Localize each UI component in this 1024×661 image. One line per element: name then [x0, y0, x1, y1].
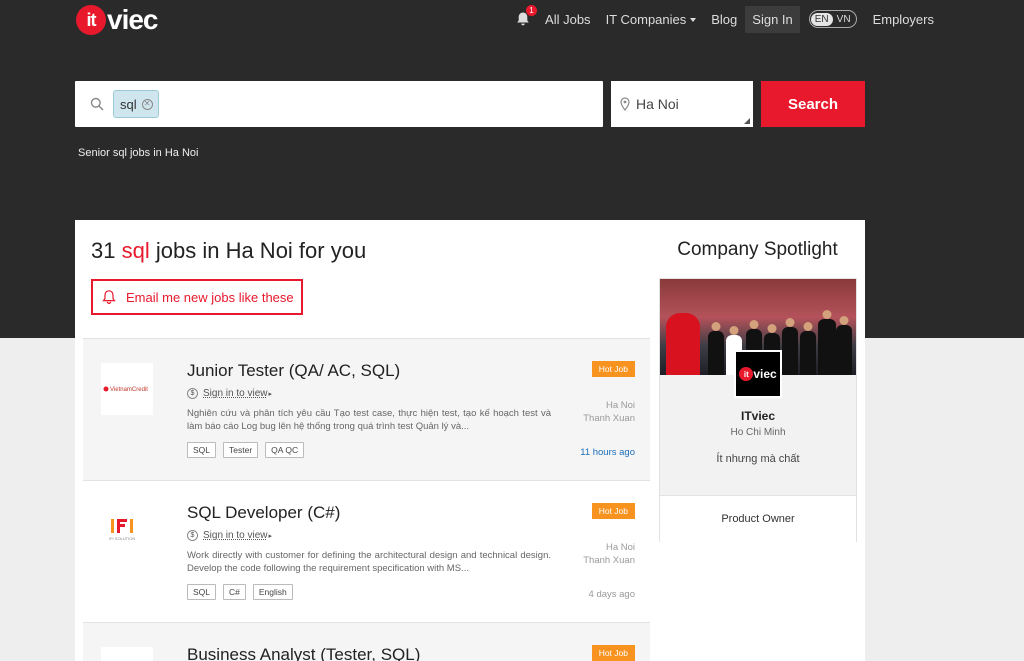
- salary-row: $ Sign in to view ▸: [187, 388, 272, 399]
- search-icon: [90, 97, 104, 111]
- skill-tag[interactable]: QA QC: [265, 442, 305, 458]
- bell-outline-icon: [102, 290, 116, 304]
- sign-in-to-view-link[interactable]: Sign in to view: [203, 388, 267, 399]
- lang-en-option[interactable]: EN: [810, 12, 833, 26]
- hot-job-badge: Hot Job: [591, 361, 635, 377]
- spotlight-company-logo[interactable]: it viec: [734, 350, 782, 398]
- job-card[interactable]: IFI SOLUTION SQL Developer (C#) $ Sign i…: [83, 480, 650, 623]
- location-value: Ha Noi: [636, 96, 679, 112]
- nav-blog[interactable]: Blog: [711, 12, 737, 27]
- svg-text:VietnamCredit: VietnamCredit: [110, 387, 148, 393]
- dollar-icon: $: [187, 388, 198, 399]
- job-description: Work directly with customer for defining…: [187, 550, 551, 574]
- job-title[interactable]: Business Analyst (Tester, SQL): [187, 645, 420, 661]
- dollar-icon: $: [187, 530, 198, 541]
- company-logo[interactable]: [101, 647, 153, 661]
- skill-tag[interactable]: Tester: [223, 442, 259, 458]
- keyword-chip-label: sql: [120, 96, 137, 112]
- caret-right-icon: ▸: [268, 532, 272, 540]
- spotlight-company-name[interactable]: ITviec: [660, 409, 856, 423]
- results-panel: 31 sql jobs in Ha Noi for you Email me n…: [75, 220, 865, 661]
- location-select[interactable]: Ha Noi: [611, 81, 753, 127]
- skill-tag[interactable]: SQL: [187, 584, 217, 600]
- notification-count-badge: 1: [526, 5, 538, 16]
- job-city: Ha Noi: [605, 542, 635, 553]
- svg-text:IFI SOLUTION: IFI SOLUTION: [109, 536, 135, 541]
- results-count: 31: [91, 238, 116, 263]
- results-suffix: jobs in Ha Noi for you: [155, 238, 367, 263]
- job-description: Nghiên cứu và phân tích yêu cầu Tạo test…: [187, 408, 551, 432]
- location-pin-icon: [620, 97, 630, 111]
- language-toggle[interactable]: EN VN: [808, 10, 857, 28]
- team-member: [818, 310, 836, 375]
- company-spotlight-heading: Company Spotlight: [677, 239, 838, 260]
- spotlight-job-link[interactable]: Product Owner: [660, 495, 856, 542]
- nav-employers[interactable]: Employers: [873, 12, 934, 27]
- company-spotlight-card[interactable]: it viec ITviec Ho Chi Minh Ít nhưng mà c…: [659, 278, 857, 542]
- remove-chip-icon[interactable]: ✕: [141, 98, 153, 110]
- logo-viec-text: viec: [107, 4, 158, 35]
- nav-sign-in[interactable]: Sign In: [745, 5, 800, 33]
- logo-it-circle: it: [76, 5, 106, 35]
- email-job-alert-label: Email me new jobs like these: [126, 289, 294, 305]
- hot-job-badge: Hot Job: [591, 503, 635, 519]
- skill-tag[interactable]: English: [252, 584, 293, 600]
- keyword-chip[interactable]: sql ✕: [113, 90, 159, 118]
- spotlight-logo-it: it: [739, 367, 754, 381]
- email-job-alert-button[interactable]: Email me new jobs like these: [91, 279, 303, 315]
- job-tags: SQL C# English: [187, 584, 300, 600]
- keyword-search-input[interactable]: sql ✕: [75, 81, 603, 127]
- sign-in-to-view-link[interactable]: Sign in to view: [203, 530, 267, 541]
- select-resize-corner-icon: [744, 118, 750, 124]
- spotlight-company-slogan: Ít nhưng mà chất: [716, 453, 800, 465]
- skill-tag[interactable]: C#: [223, 584, 246, 600]
- job-location: Ha Noi Thanh Xuan: [583, 541, 635, 567]
- vietnamcredit-logo-icon: VietnamCredit: [103, 386, 148, 393]
- hot-job-badge: Hot Job: [591, 645, 635, 661]
- job-title[interactable]: Junior Tester (QA/ AC, SQL): [187, 361, 400, 381]
- results-keyword: sql: [121, 238, 150, 263]
- nav-it-companies[interactable]: IT Companies: [606, 12, 697, 27]
- spotlight-logo-viec: viec: [753, 367, 777, 381]
- team-member: [800, 322, 816, 375]
- company-logo[interactable]: IFI SOLUTION: [101, 505, 153, 557]
- team-member: [836, 316, 852, 375]
- job-tags: SQL Tester QA QC: [187, 442, 311, 458]
- search-button[interactable]: Search: [761, 81, 865, 127]
- ifi-solution-logo-icon: IFI SOLUTION: [109, 519, 135, 541]
- posted-time: 4 days ago: [588, 589, 635, 600]
- company-logo[interactable]: VietnamCredit: [101, 363, 153, 415]
- notification-bell-icon[interactable]: 1: [515, 5, 538, 27]
- caret-right-icon: ▸: [268, 390, 272, 398]
- team-member: [782, 318, 798, 375]
- nav-all-jobs[interactable]: All Jobs: [545, 12, 591, 27]
- job-card[interactable]: Business Analyst (Tester, SQL) Hot Job: [83, 622, 650, 661]
- skill-tag[interactable]: SQL: [187, 442, 217, 458]
- posted-time: 11 hours ago: [580, 447, 635, 458]
- job-title[interactable]: SQL Developer (C#): [187, 503, 340, 523]
- job-card[interactable]: VietnamCredit Junior Tester (QA/ AC, SQL…: [83, 338, 650, 481]
- job-location: Ha Noi Thanh Xuan: [583, 399, 635, 425]
- results-title: 31 sql jobs in Ha Noi for you: [91, 238, 366, 264]
- top-navigation: 1 All Jobs IT Companies Blog Sign In EN …: [515, 5, 934, 33]
- itviec-logo[interactable]: it viec: [76, 4, 158, 36]
- job-district: Thanh Xuan: [583, 413, 635, 424]
- salary-row: $ Sign in to view ▸: [187, 530, 272, 541]
- team-member: [708, 322, 724, 375]
- lion-dance-costume: [666, 313, 700, 375]
- job-city: Ha Noi: [605, 400, 635, 411]
- breadcrumb: Senior sql jobs in Ha Noi: [78, 147, 199, 159]
- spotlight-company-city: Ho Chi Minh: [730, 427, 786, 438]
- lang-vn-option[interactable]: VN: [833, 13, 855, 26]
- job-district: Thanh Xuan: [583, 555, 635, 566]
